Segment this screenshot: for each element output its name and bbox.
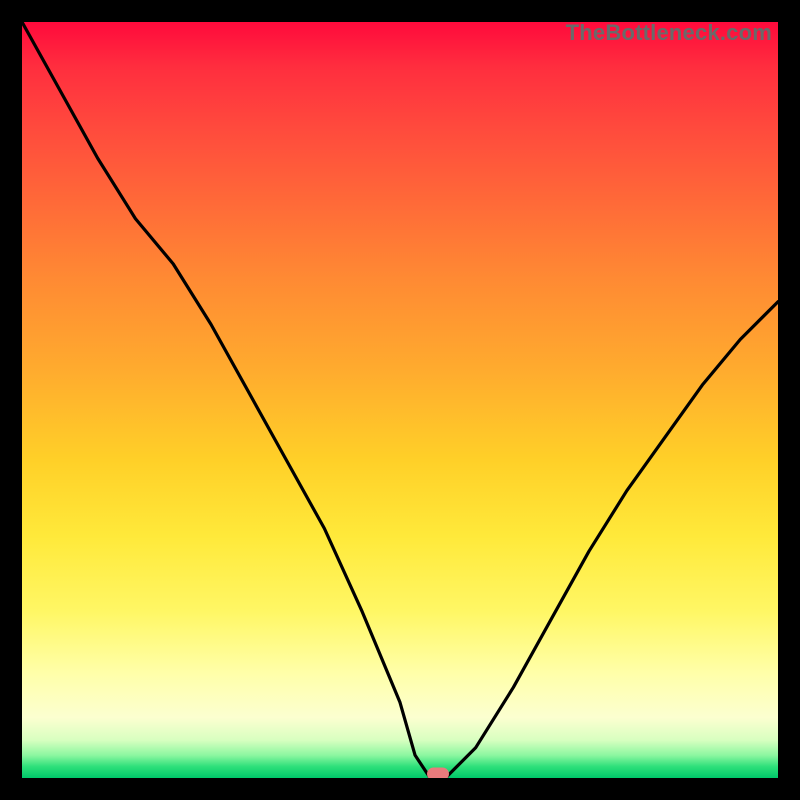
- optimum-marker: [427, 768, 449, 779]
- chart-stage: TheBottleneck.com: [0, 0, 800, 800]
- plot-area: TheBottleneck.com: [22, 22, 778, 778]
- bottleneck-curve: [22, 22, 778, 778]
- watermark-text: TheBottleneck.com: [566, 22, 772, 44]
